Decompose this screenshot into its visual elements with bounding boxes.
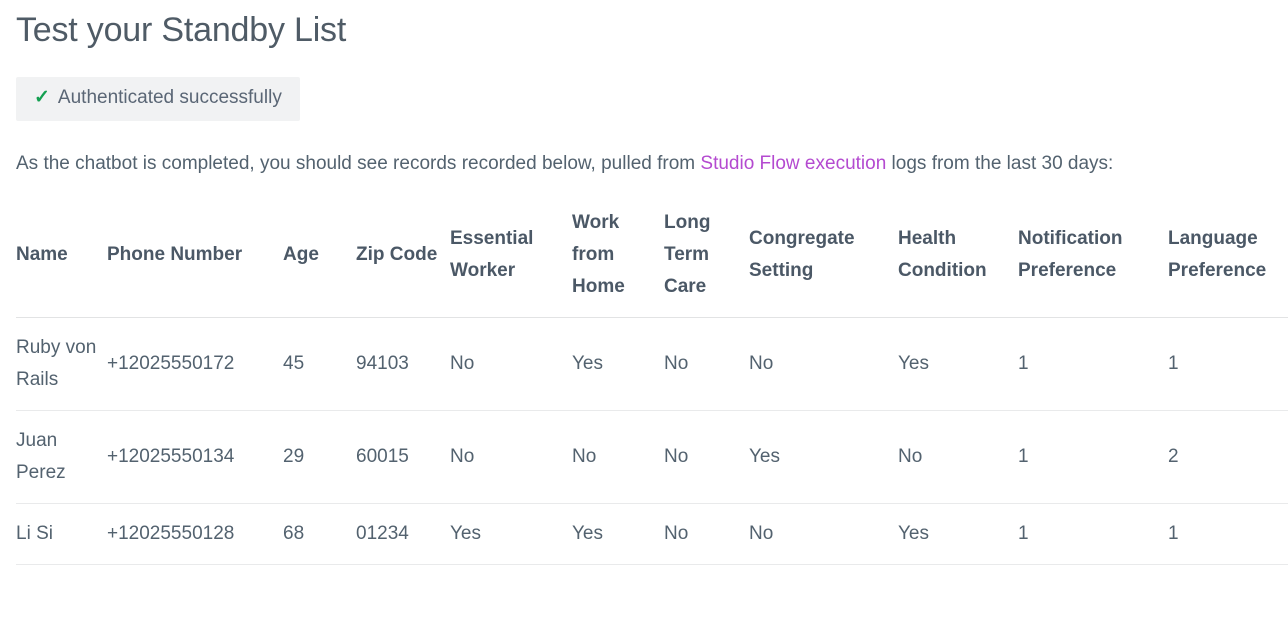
cell-language-preference: 1 [1168,503,1288,565]
cell-age: 68 [283,503,356,565]
cell-name: Li Si [16,503,107,565]
status-badge: ✓ Authenticated successfully [16,77,300,121]
table-row: Li Si +12025550128 68 01234 Yes Yes No N… [16,503,1288,565]
cell-long-term-care: No [664,317,749,411]
column-header-zip-code: Zip Code [356,207,450,318]
cell-name: Juan Perez [16,410,107,504]
description-text: As the chatbot is completed, you should … [16,121,1288,177]
cell-age: 29 [283,410,356,504]
records-table: Name Phone Number Age Zip Code Essential… [16,207,1288,565]
column-header-work-from-home: Work from Home [572,207,664,318]
description-after-link: logs from the last 30 days: [886,153,1114,174]
column-header-essential-worker: Essential Worker [450,207,572,318]
column-header-health-condition: Health Condition [898,207,1018,318]
records-table-wrapper: Name Phone Number Age Zip Code Essential… [16,207,1288,565]
column-header-long-term-care: Long Term Care [664,207,749,318]
cell-language-preference: 2 [1168,410,1288,504]
cell-congregate-setting: No [749,317,898,411]
cell-long-term-care: No [664,410,749,504]
cell-health-condition: Yes [898,503,1018,565]
cell-notification-preference: 1 [1018,503,1168,565]
cell-essential-worker: Yes [450,503,572,565]
cell-zip-code: 60015 [356,410,450,504]
column-header-congregate-setting: Congregate Setting [749,207,898,318]
records-table-body: Ruby von Rails +12025550172 45 94103 No … [16,317,1288,565]
cell-name: Ruby von Rails [16,317,107,411]
cell-long-term-care: No [664,503,749,565]
check-icon: ✓ [34,87,50,108]
cell-work-from-home: No [572,410,664,504]
column-header-age: Age [283,207,356,318]
cell-congregate-setting: No [749,503,898,565]
cell-phone-number: +12025550172 [107,317,283,411]
cell-notification-preference: 1 [1018,317,1168,411]
cell-essential-worker: No [450,317,572,411]
table-row: Ruby von Rails +12025550172 45 94103 No … [16,317,1288,411]
records-table-head: Name Phone Number Age Zip Code Essential… [16,207,1288,318]
status-badge-label: Authenticated successfully [57,87,282,108]
cell-work-from-home: Yes [572,317,664,411]
cell-essential-worker: No [450,410,572,504]
cell-health-condition: No [898,410,1018,504]
column-header-language-preference: Language Preference [1168,207,1288,318]
cell-notification-preference: 1 [1018,410,1168,504]
cell-zip-code: 94103 [356,317,450,411]
cell-work-from-home: Yes [572,503,664,565]
cell-health-condition: Yes [898,317,1018,411]
table-row: Juan Perez +12025550134 29 60015 No No N… [16,410,1288,504]
description-before-link: As the chatbot is completed, you should … [16,153,701,174]
column-header-notification-preference: Notification Preference [1018,207,1168,318]
cell-phone-number: +12025550128 [107,503,283,565]
cell-language-preference: 1 [1168,317,1288,411]
page-root: Test your Standby List ✓ Authenticated s… [0,0,1288,640]
column-header-name: Name [16,207,107,318]
cell-age: 45 [283,317,356,411]
table-header-row: Name Phone Number Age Zip Code Essential… [16,207,1288,318]
cell-zip-code: 01234 [356,503,450,565]
cell-phone-number: +12025550134 [107,410,283,504]
cell-congregate-setting: Yes [749,410,898,504]
page-title: Test your Standby List [16,11,347,49]
studio-flow-execution-link[interactable]: Studio Flow execution [700,153,886,174]
column-header-phone-number: Phone Number [107,207,283,318]
